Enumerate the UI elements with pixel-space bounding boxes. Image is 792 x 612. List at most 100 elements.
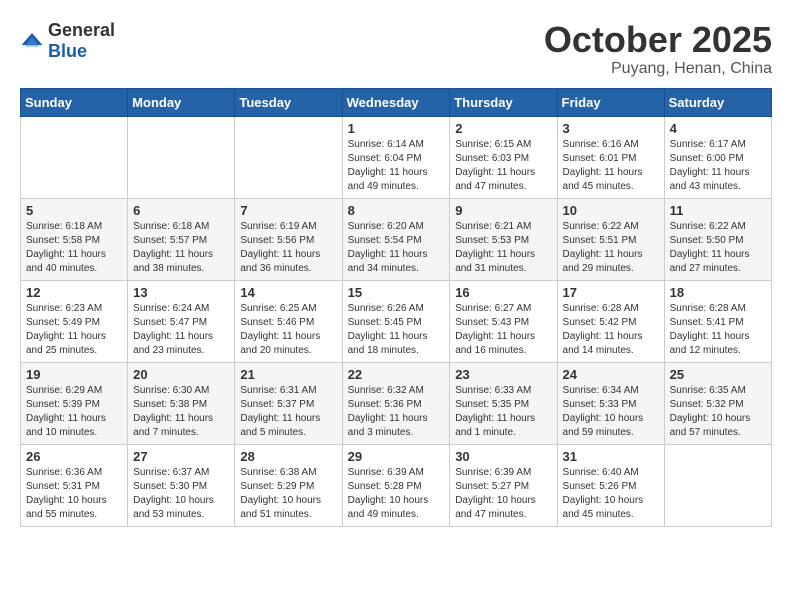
- calendar-cell: 10Sunrise: 6:22 AM Sunset: 5:51 PM Dayli…: [557, 198, 664, 280]
- weekday-header: Thursday: [450, 88, 557, 116]
- day-info: Sunrise: 6:17 AM Sunset: 6:00 PM Dayligh…: [670, 138, 766, 194]
- weekday-header: Friday: [557, 88, 664, 116]
- calendar-cell: [235, 116, 342, 198]
- day-number: 7: [240, 203, 336, 218]
- calendar-cell: 6 Sunrise: 6:18 AM Sunset: 5:57 PM Daylig…: [128, 198, 235, 280]
- logo-blue: Blue: [48, 41, 87, 61]
- day-info: Sunrise: 6:30 AM Sunset: 5:38 PM Dayligh…: [133, 384, 229, 440]
- calendar-cell: 23Sunrise: 6:33 AM Sunset: 5:35 PM Dayli…: [450, 362, 557, 444]
- calendar-cell: 16 Sunrise: 6:27 AM Sunset: 5:43 PM Dayli…: [450, 280, 557, 362]
- day-info: Sunrise: 6:28 AM Sunset: 5:41 PM Dayligh…: [670, 302, 766, 358]
- weekday-header-row: SundayMondayTuesdayWednesdayThursdayFrid…: [21, 88, 772, 116]
- day-info: Sunrise: 6:38 AM Sunset: 5:29 PM Dayligh…: [240, 466, 336, 522]
- day-info: Sunrise: 6:26 AM Sunset: 5:45 PM Dayligh…: [348, 302, 445, 358]
- calendar-cell: 20 Sunrise: 6:30 AM Sunset: 5:38 PM Dayli…: [128, 362, 235, 444]
- day-number: 10: [563, 203, 659, 218]
- calendar-cell: 19Sunrise: 6:29 AM Sunset: 5:39 PM Dayli…: [21, 362, 128, 444]
- calendar-cell: 28 Sunrise: 6:38 AM Sunset: 5:29 PM Dayli…: [235, 444, 342, 526]
- day-number: 20: [133, 367, 229, 382]
- calendar-cell: 2 Sunrise: 6:15 AM Sunset: 6:03 PM Daylig…: [450, 116, 557, 198]
- day-info: Sunrise: 6:14 AM Sunset: 6:04 PM Dayligh…: [348, 138, 445, 194]
- location: Puyang, Henan, China: [544, 60, 772, 78]
- day-number: 19: [26, 367, 122, 382]
- day-number: 6: [133, 203, 229, 218]
- calendar-cell: 3 Sunrise: 6:16 AM Sunset: 6:01 PM Daylig…: [557, 116, 664, 198]
- day-number: 18: [670, 285, 766, 300]
- calendar-cell: [128, 116, 235, 198]
- day-info: Sunrise: 6:19 AM Sunset: 5:56 PM Dayligh…: [240, 220, 336, 276]
- calendar-cell: 17Sunrise: 6:28 AM Sunset: 5:42 PM Dayli…: [557, 280, 664, 362]
- day-info: Sunrise: 6:24 AM Sunset: 5:47 PM Dayligh…: [133, 302, 229, 358]
- calendar-cell: 7 Sunrise: 6:19 AM Sunset: 5:56 PM Daylig…: [235, 198, 342, 280]
- calendar-week-row: 19Sunrise: 6:29 AM Sunset: 5:39 PM Dayli…: [21, 362, 772, 444]
- logo: General Blue: [20, 20, 115, 62]
- day-number: 12: [26, 285, 122, 300]
- day-number: 25: [670, 367, 766, 382]
- day-number: 16: [455, 285, 551, 300]
- logo-icon: [20, 29, 44, 53]
- day-info: Sunrise: 6:31 AM Sunset: 5:37 PM Dayligh…: [240, 384, 336, 440]
- calendar-week-row: 1 Sunrise: 6:14 AM Sunset: 6:04 PM Daylig…: [21, 116, 772, 198]
- day-number: 11: [670, 203, 766, 218]
- day-info: Sunrise: 6:40 AM Sunset: 5:26 PM Dayligh…: [563, 466, 659, 522]
- day-info: Sunrise: 6:39 AM Sunset: 5:27 PM Dayligh…: [455, 466, 551, 522]
- weekday-header: Saturday: [664, 88, 771, 116]
- calendar-table: SundayMondayTuesdayWednesdayThursdayFrid…: [20, 88, 772, 527]
- day-info: Sunrise: 6:20 AM Sunset: 5:54 PM Dayligh…: [348, 220, 445, 276]
- day-info: Sunrise: 6:34 AM Sunset: 5:33 PM Dayligh…: [563, 384, 659, 440]
- day-info: Sunrise: 6:35 AM Sunset: 5:32 PM Dayligh…: [670, 384, 766, 440]
- calendar-week-row: 5 Sunrise: 6:18 AM Sunset: 5:58 PM Daylig…: [21, 198, 772, 280]
- day-number: 30: [455, 449, 551, 464]
- calendar-cell: 30 Sunrise: 6:39 AM Sunset: 5:27 PM Dayli…: [450, 444, 557, 526]
- day-number: 13: [133, 285, 229, 300]
- day-info: Sunrise: 6:22 AM Sunset: 5:50 PM Dayligh…: [670, 220, 766, 276]
- calendar-cell: [664, 444, 771, 526]
- day-number: 21: [240, 367, 336, 382]
- day-info: Sunrise: 6:37 AM Sunset: 5:30 PM Dayligh…: [133, 466, 229, 522]
- day-info: Sunrise: 6:32 AM Sunset: 5:36 PM Dayligh…: [348, 384, 445, 440]
- day-number: 23: [455, 367, 551, 382]
- weekday-header: Monday: [128, 88, 235, 116]
- day-number: 5: [26, 203, 122, 218]
- day-number: 15: [348, 285, 445, 300]
- day-number: 17: [563, 285, 659, 300]
- day-number: 1: [348, 121, 445, 136]
- calendar-cell: 1 Sunrise: 6:14 AM Sunset: 6:04 PM Daylig…: [342, 116, 450, 198]
- weekday-header: Sunday: [21, 88, 128, 116]
- calendar-cell: 5 Sunrise: 6:18 AM Sunset: 5:58 PM Daylig…: [21, 198, 128, 280]
- day-number: 29: [348, 449, 445, 464]
- calendar-week-row: 26 Sunrise: 6:36 AM Sunset: 5:31 PM Dayli…: [21, 444, 772, 526]
- day-number: 27: [133, 449, 229, 464]
- calendar-cell: 26 Sunrise: 6:36 AM Sunset: 5:31 PM Dayli…: [21, 444, 128, 526]
- weekday-header: Wednesday: [342, 88, 450, 116]
- calendar-cell: 27 Sunrise: 6:37 AM Sunset: 5:30 PM Dayli…: [128, 444, 235, 526]
- day-info: Sunrise: 6:15 AM Sunset: 6:03 PM Dayligh…: [455, 138, 551, 194]
- day-number: 28: [240, 449, 336, 464]
- calendar-cell: 18 Sunrise: 6:28 AM Sunset: 5:41 PM Dayli…: [664, 280, 771, 362]
- day-number: 2: [455, 121, 551, 136]
- day-number: 9: [455, 203, 551, 218]
- calendar-cell: 22Sunrise: 6:32 AM Sunset: 5:36 PM Dayli…: [342, 362, 450, 444]
- day-info: Sunrise: 6:16 AM Sunset: 6:01 PM Dayligh…: [563, 138, 659, 194]
- calendar-week-row: 12Sunrise: 6:23 AM Sunset: 5:49 PM Dayli…: [21, 280, 772, 362]
- day-info: Sunrise: 6:18 AM Sunset: 5:57 PM Dayligh…: [133, 220, 229, 276]
- day-number: 26: [26, 449, 122, 464]
- day-info: Sunrise: 6:25 AM Sunset: 5:46 PM Dayligh…: [240, 302, 336, 358]
- calendar-cell: 15 Sunrise: 6:26 AM Sunset: 5:45 PM Dayli…: [342, 280, 450, 362]
- day-number: 4: [670, 121, 766, 136]
- page-header: General Blue October 2025 Puyang, Henan,…: [20, 20, 772, 78]
- day-number: 14: [240, 285, 336, 300]
- day-number: 3: [563, 121, 659, 136]
- day-info: Sunrise: 6:27 AM Sunset: 5:43 PM Dayligh…: [455, 302, 551, 358]
- day-info: Sunrise: 6:21 AM Sunset: 5:53 PM Dayligh…: [455, 220, 551, 276]
- day-info: Sunrise: 6:39 AM Sunset: 5:28 PM Dayligh…: [348, 466, 445, 522]
- day-info: Sunrise: 6:18 AM Sunset: 5:58 PM Dayligh…: [26, 220, 122, 276]
- calendar-cell: 25 Sunrise: 6:35 AM Sunset: 5:32 PM Dayli…: [664, 362, 771, 444]
- logo-text: General Blue: [48, 20, 115, 62]
- day-number: 31: [563, 449, 659, 464]
- calendar-cell: 8Sunrise: 6:20 AM Sunset: 5:54 PM Daylig…: [342, 198, 450, 280]
- calendar-cell: 29 Sunrise: 6:39 AM Sunset: 5:28 PM Dayli…: [342, 444, 450, 526]
- month-title: October 2025: [544, 20, 772, 60]
- day-info: Sunrise: 6:36 AM Sunset: 5:31 PM Dayligh…: [26, 466, 122, 522]
- calendar-cell: 31 Sunrise: 6:40 AM Sunset: 5:26 PM Dayli…: [557, 444, 664, 526]
